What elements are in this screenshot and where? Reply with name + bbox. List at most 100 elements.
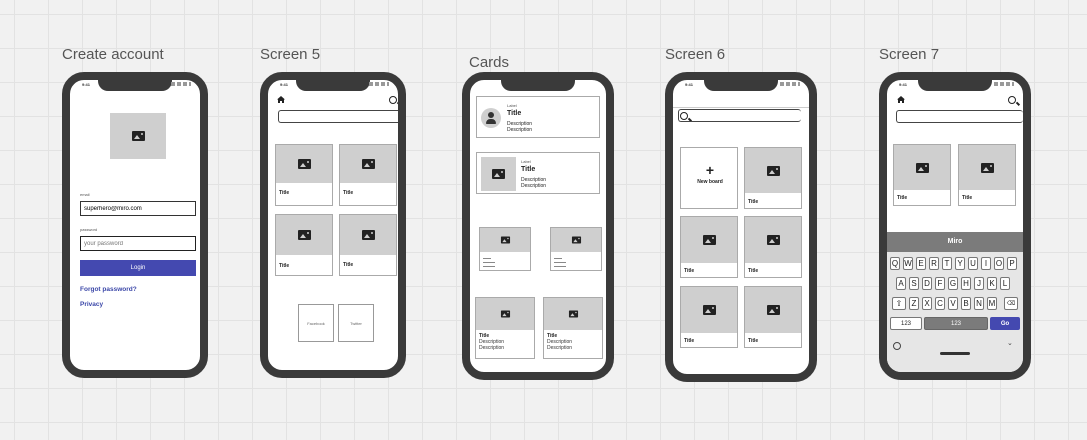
- image-icon: [766, 235, 780, 245]
- frame-label-screen-7: Screen 7: [879, 46, 940, 63]
- login-button[interactable]: Login: [80, 260, 196, 276]
- card[interactable]: Title: [893, 144, 951, 206]
- space-key[interactable]: 123: [924, 317, 988, 330]
- key-m[interactable]: M: [987, 297, 997, 310]
- card[interactable]: Title: [744, 147, 802, 209]
- key-t[interactable]: T: [942, 257, 952, 270]
- image-icon: [915, 162, 929, 173]
- key-p[interactable]: P: [1007, 257, 1017, 270]
- card-title: Title: [748, 199, 759, 205]
- card-description: Description: [521, 183, 547, 189]
- key-h[interactable]: H: [961, 277, 971, 290]
- privacy-link[interactable]: Privacy: [80, 301, 103, 308]
- keyboard-title-bar: Miro: [887, 232, 1023, 252]
- search-icon[interactable]: [389, 96, 397, 104]
- key-q[interactable]: Q: [890, 257, 900, 270]
- status-icons: [994, 82, 1014, 86]
- key-e[interactable]: E: [916, 257, 926, 270]
- emoji-icon[interactable]: [893, 342, 901, 350]
- card-title: Title: [279, 190, 290, 196]
- list-card[interactable]: Label Title Description Description: [476, 152, 600, 194]
- key-w[interactable]: W: [903, 257, 913, 270]
- key-s[interactable]: S: [909, 277, 919, 290]
- key-n[interactable]: N: [974, 297, 984, 310]
- forgot-password-link[interactable]: Forgot password?: [80, 286, 137, 293]
- image-icon: [297, 159, 311, 169]
- small-card[interactable]: [479, 227, 531, 271]
- image-icon: [568, 310, 578, 318]
- key-x[interactable]: X: [922, 297, 932, 310]
- card[interactable]: Title: [275, 144, 333, 206]
- go-key[interactable]: Go: [990, 317, 1020, 330]
- key-l[interactable]: L: [1000, 277, 1010, 290]
- card-label: Label: [521, 159, 531, 164]
- card[interactable]: Title: [744, 286, 802, 348]
- facebook-button[interactable]: Facebook: [298, 304, 334, 342]
- image-icon: [702, 235, 716, 245]
- shift-key[interactable]: ⇧: [892, 297, 906, 310]
- key-c[interactable]: C: [935, 297, 945, 310]
- email-label: email: [80, 192, 90, 197]
- home-icon[interactable]: [897, 96, 905, 103]
- status-time: 9:41: [280, 82, 289, 87]
- card-title: Title: [279, 263, 290, 269]
- card[interactable]: Title: [680, 216, 738, 278]
- key-y[interactable]: Y: [955, 257, 965, 270]
- frame-label-screen-5: Screen 5: [260, 46, 321, 63]
- twitter-button[interactable]: Twitter: [338, 304, 374, 342]
- card-title: Title: [684, 268, 695, 274]
- card[interactable]: Title: [275, 214, 333, 276]
- phone-notch: [98, 80, 172, 91]
- key-z[interactable]: Z: [909, 297, 919, 310]
- card-description: Description: [547, 345, 573, 351]
- numbers-key[interactable]: 123: [890, 317, 922, 330]
- image-icon: [361, 159, 375, 169]
- status-icons: [780, 82, 800, 86]
- card-description: Description: [479, 345, 505, 351]
- plus-icon: +: [705, 162, 715, 178]
- search-input[interactable]: [278, 110, 398, 123]
- search-input[interactable]: [896, 110, 1023, 123]
- key-v[interactable]: V: [948, 297, 958, 310]
- frame-label-create-account: Create account: [62, 46, 164, 63]
- card[interactable]: Title: [339, 144, 397, 206]
- list-card[interactable]: Label Title Description Description: [476, 96, 600, 138]
- phone-notch: [918, 80, 992, 91]
- card[interactable]: Title: [958, 144, 1016, 206]
- card-title: Title: [521, 166, 536, 173]
- image-icon: [571, 236, 581, 244]
- key-f[interactable]: F: [935, 277, 945, 290]
- key-j[interactable]: J: [974, 277, 984, 290]
- new-board-card[interactable]: + New board: [680, 147, 738, 209]
- card[interactable]: Title: [339, 214, 397, 276]
- card[interactable]: Title: [680, 286, 738, 348]
- card[interactable]: Title Description Description: [543, 297, 603, 359]
- small-card[interactable]: [550, 227, 602, 271]
- microphone-icon[interactable]: ⌄: [1007, 340, 1013, 350]
- key-k[interactable]: K: [987, 277, 997, 290]
- phone-screen-7: 9:41 Title Title Miro QWERTYUIOP ASDFGHJ…: [879, 72, 1031, 380]
- key-o[interactable]: O: [994, 257, 1004, 270]
- phone-cards: Label Title Description Description Labe…: [462, 72, 614, 380]
- key-u[interactable]: U: [968, 257, 978, 270]
- key-d[interactable]: D: [922, 277, 932, 290]
- password-field[interactable]: [80, 236, 196, 251]
- search-icon[interactable]: [1008, 96, 1016, 104]
- card[interactable]: Title Description Description: [475, 297, 535, 359]
- card[interactable]: Title: [744, 216, 802, 278]
- card-title: Title: [343, 190, 354, 196]
- phone-create-account: 9:41 email password Login Forgot passwor…: [62, 72, 208, 378]
- key-i[interactable]: I: [981, 257, 991, 270]
- key-r[interactable]: R: [929, 257, 939, 270]
- home-icon[interactable]: [277, 96, 285, 103]
- key-b[interactable]: B: [961, 297, 971, 310]
- phone-notch: [704, 80, 778, 91]
- card-title: Title: [962, 195, 973, 201]
- backspace-key[interactable]: ⌫: [1004, 297, 1018, 310]
- email-field[interactable]: [80, 201, 196, 216]
- search-input[interactable]: [678, 109, 801, 122]
- key-a[interactable]: A: [896, 277, 906, 290]
- logo-image-placeholder: [110, 113, 166, 159]
- image-icon: [131, 131, 145, 141]
- key-g[interactable]: G: [948, 277, 958, 290]
